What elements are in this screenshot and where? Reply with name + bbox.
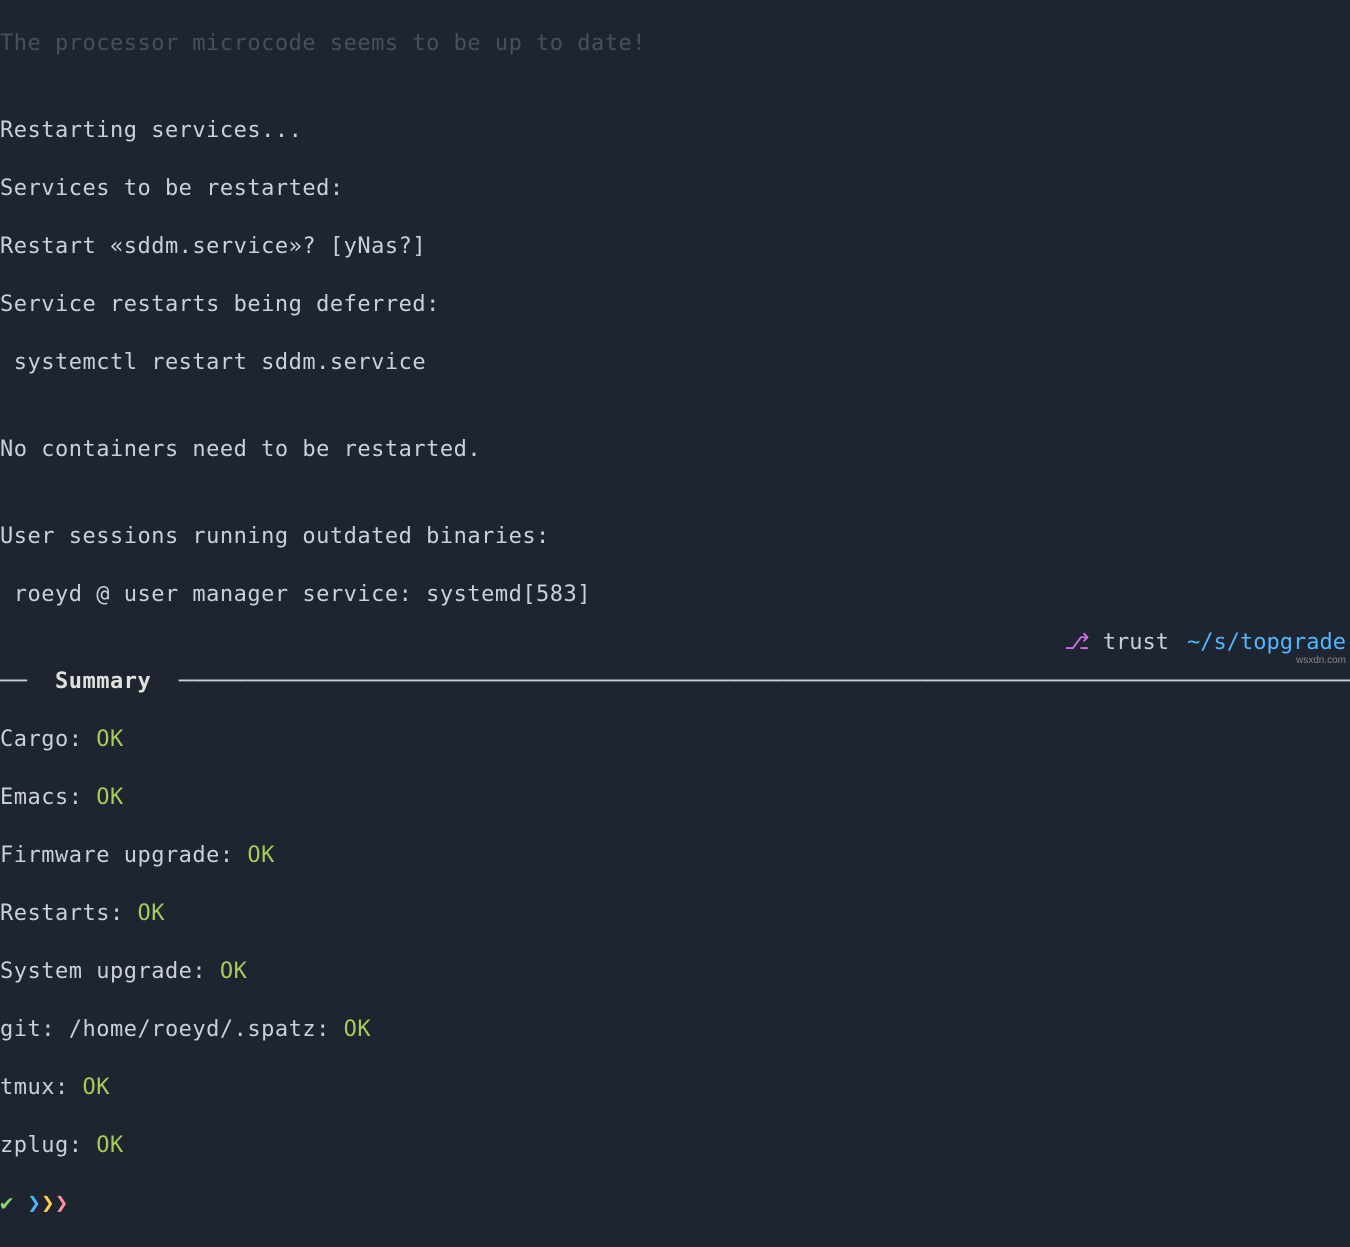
- output-line: Restart «sddm.service»? [yNas?]: [0, 232, 1350, 261]
- output-line: roeyd @ user manager service: systemd[58…: [0, 580, 1350, 609]
- summary-item: Firmware upgrade: OK: [0, 841, 1350, 870]
- summary-item: Cargo: OK: [0, 725, 1350, 754]
- status-ok: OK: [247, 843, 275, 868]
- summary-header: ── Summary ─────────────────────────────…: [0, 667, 1350, 696]
- status-ok: OK: [96, 727, 124, 752]
- summary-item: Restarts: OK: [0, 899, 1350, 928]
- output-line: Services to be restarted:: [0, 174, 1350, 203]
- summary-item: git: /home/roeyd/.spatz: OK: [0, 1015, 1350, 1044]
- summary-item: System upgrade: OK: [0, 957, 1350, 986]
- chevron-icon: ❯: [41, 1191, 55, 1216]
- status-ok: OK: [137, 901, 165, 926]
- status-ok: OK: [344, 1017, 372, 1042]
- summary-title: Summary: [41, 669, 165, 694]
- status-ok: OK: [96, 785, 124, 810]
- git-branch: ⎇ trust: [1064, 628, 1169, 657]
- summary-item: tmux: OK: [0, 1073, 1350, 1102]
- terminal-output[interactable]: The processor microcode seems to be up t…: [0, 0, 1350, 1247]
- output-line: No containers need to be restarted.: [0, 435, 1350, 464]
- output-line: The processor microcode seems to be up t…: [0, 29, 1350, 58]
- watermark: wsxdn.com: [1296, 646, 1346, 675]
- branch-icon: ⎇: [1064, 630, 1089, 655]
- status-ok: OK: [96, 1133, 124, 1158]
- chevron-icon: ❯: [55, 1191, 69, 1216]
- prompt-line[interactable]: ✔ ❯❯❯: [0, 1189, 1350, 1218]
- status-ok: OK: [82, 1075, 110, 1100]
- chevron-icon: ❯: [28, 1191, 42, 1216]
- summary-item: Emacs: OK: [0, 783, 1350, 812]
- output-line: systemctl restart sddm.service: [0, 348, 1350, 377]
- output-line: Service restarts being deferred:: [0, 290, 1350, 319]
- summary-item: zplug: OK: [0, 1131, 1350, 1160]
- check-icon: ✔: [0, 1191, 14, 1216]
- branch-name: trust: [1103, 630, 1169, 655]
- status-ok: OK: [220, 959, 248, 984]
- output-line: User sessions running outdated binaries:: [0, 522, 1350, 551]
- output-line: Restarting services...: [0, 116, 1350, 145]
